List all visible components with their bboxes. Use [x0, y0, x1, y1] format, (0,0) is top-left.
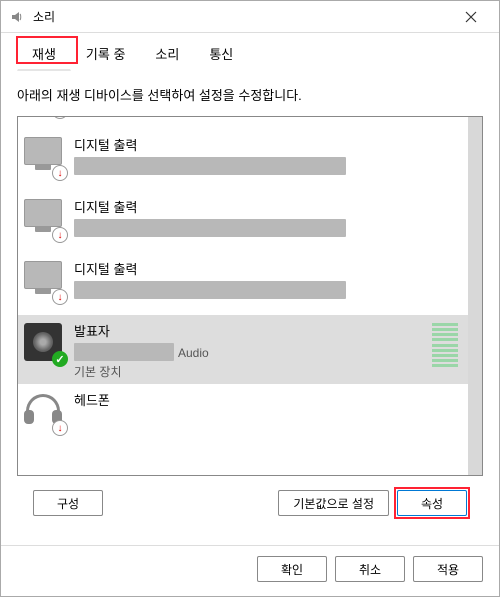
monitor-icon: ↓ [24, 261, 66, 303]
ok-button[interactable]: 확인 [257, 556, 327, 582]
tab-communications[interactable]: 통신 [194, 37, 248, 71]
device-item[interactable]: ↓ 디지털 출력 [18, 191, 468, 253]
tab-playback[interactable]: 재생 [17, 37, 71, 71]
tab-label: 기록 중 [86, 47, 126, 62]
scrollbar[interactable] [468, 117, 482, 475]
tab-recording[interactable]: 기록 중 [71, 37, 141, 71]
device-desc-suffix: Audio [178, 346, 209, 360]
set-default-button[interactable]: 기본값으로 설정 [278, 490, 389, 516]
sound-icon [9, 9, 25, 25]
apply-button[interactable]: 적용 [413, 556, 483, 582]
properties-button[interactable]: 속성 [397, 490, 467, 516]
down-arrow-badge-icon: ↓ [52, 117, 68, 119]
instruction-text: 아래의 재생 디바이스를 선택하여 설정을 수정합니다. [17, 85, 483, 104]
device-list-scroll[interactable]: ↓Digital Output↓디지털 출력↓디지털 출력↓디지털 출력✓발표자… [18, 117, 468, 475]
device-info: 디지털 출력 [74, 133, 462, 177]
configure-button[interactable]: 구성 [33, 490, 103, 516]
annotation-highlight: 속성 [397, 490, 467, 516]
device-item[interactable]: ↓ 디지털 출력 [18, 253, 468, 315]
device-name: 헤드폰 [74, 390, 462, 409]
sound-dialog: 소리 재생 기록 중 소리 통신 아래의 재생 디바이스를 선택하여 설정을 수… [0, 0, 500, 597]
device-status: 기본 장치 [74, 363, 428, 380]
close-button[interactable] [451, 3, 491, 31]
down-arrow-badge-icon: ↓ [52, 227, 68, 243]
content-area: 아래의 재생 디바이스를 선택하여 설정을 수정합니다. ↓Digital Ou… [1, 71, 499, 545]
cancel-button[interactable]: 취소 [335, 556, 405, 582]
device-item[interactable]: ✓ 발표자 Audio 기본 장치 [18, 315, 468, 384]
device-name: 디지털 출력 [74, 259, 462, 278]
device-name: 디지털 출력 [74, 135, 462, 154]
device-info: 디지털 출력 [74, 257, 462, 301]
device-item[interactable]: ↓ 디지털 출력 [18, 129, 468, 191]
down-arrow-badge-icon: ↓ [52, 165, 68, 181]
level-meter [432, 323, 458, 367]
device-info: 헤드폰 [74, 388, 462, 412]
tab-sounds[interactable]: 소리 [140, 37, 194, 71]
tab-label: 소리 [155, 47, 179, 62]
action-row: 구성 기본값으로 설정 속성 [17, 476, 483, 522]
device-list: ↓Digital Output↓디지털 출력↓디지털 출력↓디지털 출력✓발표자… [17, 116, 483, 476]
device-info: 디지털 출력 [74, 195, 462, 239]
tab-label: 재생 [32, 47, 56, 62]
monitor-icon: ↓ [24, 199, 66, 241]
headphone-icon: ↓ [24, 392, 66, 434]
tab-label: 통신 [209, 47, 233, 62]
device-info: 발표자 Audio 기본 장치 [74, 319, 428, 380]
monitor-icon: ↓ [24, 137, 66, 179]
dialog-buttons: 확인 취소 적용 [1, 545, 499, 596]
device-item[interactable]: ↓Digital Output [18, 117, 468, 129]
check-badge-icon: ✓ [52, 351, 68, 367]
speaker-icon: ✓ [24, 323, 66, 365]
device-name: 발표자 [74, 321, 428, 340]
tab-strip: 재생 기록 중 소리 통신 [1, 33, 499, 71]
device-item[interactable]: ↓ 헤드폰 [18, 384, 468, 446]
down-arrow-badge-icon: ↓ [52, 289, 68, 305]
titlebar: 소리 [1, 1, 499, 33]
device-name: 디지털 출력 [74, 197, 462, 216]
window-title: 소리 [33, 8, 451, 25]
down-arrow-badge-icon: ↓ [52, 420, 68, 436]
